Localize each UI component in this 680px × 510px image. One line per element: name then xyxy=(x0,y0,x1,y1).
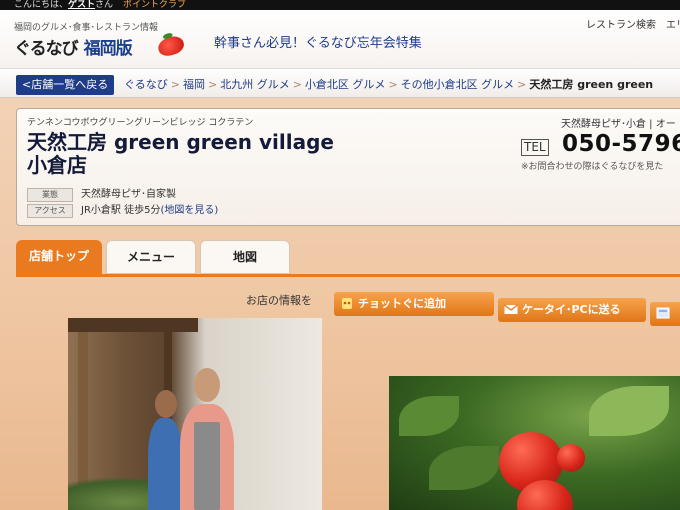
shop-info-panel: テンネンコウボウグリーングリーンビレッジ コクラテン 天然工房 green gr… xyxy=(16,108,680,226)
shop-name-kana: テンネンコウボウグリーングリーンビレッジ コクラテン xyxy=(27,118,254,128)
point-club-link[interactable]: ポイントクラブ xyxy=(123,0,186,10)
greeting-text: こんにちは、 xyxy=(14,0,69,10)
user-name[interactable]: ゲスト xyxy=(68,0,95,10)
logo-region: 福岡版 xyxy=(83,39,133,59)
header-links: レストラン検索エリ xyxy=(586,16,680,31)
breadcrumb-trail: ぐるなび > 福岡 > 北九州 グルメ > 小倉北区 グルメ > その他小倉北区 グルメ > 天然工… xyxy=(124,75,653,95)
tel-note: ※お問合わせの際はぐるなびを見た xyxy=(521,162,664,172)
top-status-bar: こんにちは、ゲストさん ポイントクラブ xyxy=(0,0,680,10)
breadcrumb-separator: > xyxy=(208,78,218,91)
breadcrumb-item-other[interactable]: その他小倉北区 グルメ xyxy=(401,78,515,91)
shop-name: 天然工房 green green village 小倉店 xyxy=(27,131,334,177)
send-to-mobile-label: ケータイ･PCに送る xyxy=(522,303,621,316)
tel-number[interactable]: 050-5796 xyxy=(562,131,680,157)
breadcrumb-separator: > xyxy=(517,78,527,91)
breadcrumb-current: 天然工房 green green xyxy=(529,78,654,91)
window-icon xyxy=(656,307,670,319)
photo-apron xyxy=(194,422,220,510)
tomato-logo-icon xyxy=(155,33,187,59)
add-to-list-button[interactable]: チョットぐに追加 xyxy=(334,292,494,316)
tomato-photo xyxy=(389,376,680,510)
shop-staff-photo xyxy=(68,318,322,510)
tab-underline xyxy=(16,274,680,277)
photo-beam xyxy=(68,318,198,332)
restaurant-search-link[interactable]: レストラン検索 xyxy=(586,20,656,31)
photo-tomato-fruit xyxy=(557,444,585,472)
tab-shop-top[interactable]: 店舗トップ xyxy=(16,240,102,274)
photo-leaf xyxy=(429,446,499,490)
access-label: アクセス xyxy=(27,204,73,218)
site-header: 福岡のグルメ･食事･レストラン情報 ぐるなび 福岡版 幹事さん必見！ぐるなび忘年会… xyxy=(0,10,680,68)
site-tagline: 福岡のグルメ･食事･レストラン情報 xyxy=(14,23,159,33)
access-row: アクセス JR小倉駅 徒歩5分(地図を見る) xyxy=(27,201,218,218)
breadcrumb-separator: > xyxy=(170,78,180,91)
photo-head-right xyxy=(194,368,220,402)
tel-label: TEL xyxy=(521,139,549,156)
breadcrumb-item-kitakyushu[interactable]: 北九州 グルメ xyxy=(220,78,290,91)
genre-value: 天然酵母ピザ･自家製 xyxy=(81,189,176,200)
logo-main: ぐるなび xyxy=(14,39,79,59)
area-link[interactable]: エリ xyxy=(666,20,680,31)
photo-leaf xyxy=(589,386,669,436)
shop-name-line1: 天然工房 green green village xyxy=(27,130,334,154)
photo-person-left xyxy=(148,418,182,510)
phone-icon xyxy=(342,298,352,309)
promo-link[interactable]: 幹事さん必見！ぐるなび忘年会特集 xyxy=(214,32,422,51)
back-arrow-icon: < xyxy=(22,78,32,91)
photo-leaf xyxy=(399,396,459,436)
access-value: JR小倉駅 徒歩5分 xyxy=(81,205,161,216)
breadcrumb-item-gurunavi[interactable]: ぐるなび xyxy=(124,78,168,91)
shop-genre-summary: 天然酵母ピザ･小倉 | オー xyxy=(561,119,676,130)
map-link[interactable]: (地図を見る) xyxy=(160,205,218,216)
add-to-list-label: チョットぐに追加 xyxy=(358,297,446,310)
genre-row: 業態 天然酵母ピザ･自家製 xyxy=(27,185,176,202)
shop-name-line2: 小倉店 xyxy=(27,153,87,177)
tab-menu[interactable]: メニュー xyxy=(106,240,196,274)
shop-tabs: 店舗トップ メニュー 地図 xyxy=(16,240,680,276)
store-info-label: お店の情報を xyxy=(246,294,312,307)
photo-head-left xyxy=(155,390,177,418)
back-to-list-button[interactable]: <店舗一覧へ戻る xyxy=(16,75,115,95)
honorific-text: さん xyxy=(95,0,114,10)
breadcrumb-item-kokurakita[interactable]: 小倉北区 グルメ xyxy=(305,78,386,91)
tab-map[interactable]: 地図 xyxy=(200,240,290,274)
genre-label: 業態 xyxy=(27,188,73,202)
breadcrumb-separator: > xyxy=(388,78,398,91)
mail-icon xyxy=(504,304,518,314)
breadcrumb-separator: > xyxy=(292,78,302,91)
more-action-button[interactable] xyxy=(650,302,680,326)
send-to-mobile-button[interactable]: ケータイ･PCに送る xyxy=(498,298,646,322)
breadcrumb: <店舗一覧へ戻る ぐるなび > 福岡 > 北九州 グルメ > 小倉北区 グルメ > その他小倉北… xyxy=(0,68,680,98)
site-logo[interactable]: ぐるなび 福岡版 xyxy=(14,34,133,59)
back-button-label: 店舗一覧へ戻る xyxy=(31,78,109,91)
breadcrumb-item-fukuoka[interactable]: 福岡 xyxy=(183,78,205,91)
